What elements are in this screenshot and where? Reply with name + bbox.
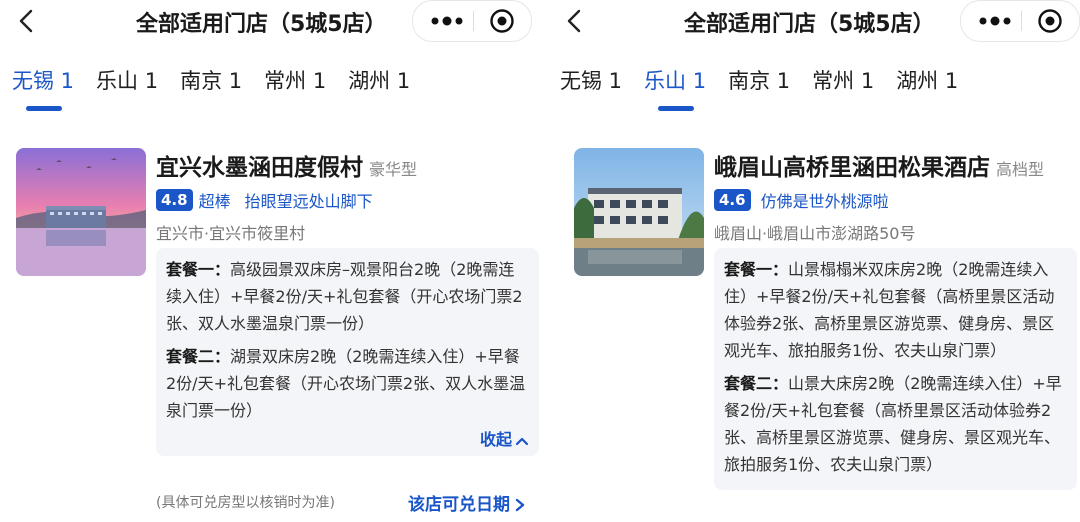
store-info: 宜兴水墨涵田度假村 豪华型 4.8 超棒 抬眼望远处山脚下 宜兴市·宜兴市筱里村 …	[156, 148, 539, 515]
package-box: 套餐一：山景榻榻米双床房2晚（2晚需连续入住）+早餐2份/天+礼包套餐（高桥里景…	[714, 248, 1077, 490]
panel-wuxi: 全部适用门店（5城5店） 无锡 1 乐山 1 南京 1 常州 1 湖州 1 宜兴…	[0, 0, 540, 522]
nav-header: 全部适用门店（5城5店）	[0, 0, 540, 44]
store-name-row: 宜兴水墨涵田度假村 豪华型	[156, 148, 526, 182]
capsule-divider	[1021, 11, 1022, 31]
tab-label: 乐山 1	[96, 69, 159, 93]
mini-program-capsule	[960, 0, 1080, 42]
available-dates-link[interactable]: 该店可兑日期	[408, 490, 526, 515]
package-item: 套餐一：高级园景双床房–观景阳台2晚（2晚需连续入住）+早餐2份/天+礼包套餐（…	[166, 256, 529, 337]
target-circle-icon[interactable]	[489, 8, 515, 34]
page-title: 全部适用门店（5城5店）	[684, 12, 935, 37]
dates-label: 该店可兑日期	[408, 495, 510, 515]
package-box: 套餐一：高级园景双床房–观景阳台2晚（2晚需连续入住）+早餐2份/天+礼包套餐（…	[156, 248, 539, 456]
nav-header: 全部适用门店（5城5店）	[548, 0, 1080, 44]
city-tabs: 无锡 1 乐山 1 南京 1 常州 1 湖州 1	[12, 66, 432, 111]
tab-label: 乐山 1	[644, 69, 707, 93]
tab-label: 无锡 1	[12, 69, 75, 93]
room-type-note: (具体可兑房型以核销时为准)	[156, 495, 335, 511]
tab-label: 常州 1	[812, 69, 875, 93]
capsule-divider	[473, 11, 474, 31]
package-label: 套餐一：	[724, 260, 789, 279]
store-photo[interactable]	[574, 148, 704, 276]
tab-wuxi[interactable]: 无锡 1	[560, 66, 622, 100]
tab-changzhou[interactable]: 常州 1	[812, 66, 874, 100]
chevron-up-icon	[515, 437, 529, 445]
score-badge: 4.6	[714, 189, 751, 211]
score-badge: 4.8	[156, 189, 193, 211]
tab-label: 南京 1	[728, 69, 791, 93]
store-name: 峨眉山高桥里涵田松果酒店	[714, 155, 990, 181]
package-item: 套餐二：湖景双床房2晚（2晚需连续入住）+早餐2份/天+礼包套餐（开心农场门票2…	[166, 343, 529, 424]
review-quote: 仿佛是世外桃源啦	[760, 192, 889, 211]
store-name-row: 峨眉山高桥里涵田松果酒店 高档型	[714, 148, 1080, 182]
store-info: 峨眉山高桥里涵田松果酒店 高档型 4.6 仿佛是世外桃源啦 峨眉山·峨眉山市澎湖路…	[714, 148, 1080, 490]
collapse-label: 收起	[479, 430, 512, 449]
more-dots-icon[interactable]	[427, 9, 467, 33]
tab-label: 湖州 1	[348, 69, 411, 93]
tab-wuxi[interactable]: 无锡 1	[12, 66, 75, 111]
tab-underline	[658, 106, 695, 111]
back-arrow-icon[interactable]	[12, 6, 42, 36]
store-grade: 高档型	[996, 160, 1045, 179]
city-tabs: 无锡 1 乐山 1 南京 1 常州 1 湖州 1	[560, 66, 980, 111]
tab-changzhou[interactable]: 常州 1	[264, 66, 326, 100]
package-label: 套餐二：	[724, 374, 789, 393]
tab-label: 湖州 1	[896, 69, 959, 93]
panel-leshan: 全部适用门店（5城5店） 无锡 1 乐山 1 南京 1 常州 1 湖州 1 峨眉…	[540, 0, 1080, 522]
tab-nanjing[interactable]: 南京 1	[180, 66, 242, 100]
package-item: 套餐一：山景榻榻米双床房2晚（2晚需连续入住）+早餐2份/天+礼包套餐（高桥里景…	[724, 256, 1067, 364]
review-quote: 抬眼望远处山脚下	[244, 192, 373, 211]
more-dots-icon[interactable]	[975, 9, 1015, 33]
package-label: 套餐一：	[166, 260, 231, 279]
tab-label: 常州 1	[264, 69, 327, 93]
package-item: 套餐二：山景大床房2晚（2晚需连续入住）+早餐2份/天+礼包套餐（高桥里景区活动…	[724, 370, 1067, 478]
store-address: 宜兴市·宜兴市筱里村	[156, 224, 306, 243]
tab-leshan[interactable]: 乐山 1	[644, 66, 707, 111]
tab-leshan[interactable]: 乐山 1	[96, 66, 158, 100]
store-grade: 豪华型	[369, 160, 418, 179]
collapse-button[interactable]: 收起	[166, 426, 529, 450]
tab-label: 南京 1	[180, 69, 243, 93]
tab-underline	[26, 106, 62, 111]
chevron-right-icon	[515, 498, 525, 512]
store-address: 峨眉山·峨眉山市澎湖路50号	[714, 224, 916, 243]
store-photo[interactable]	[16, 148, 146, 276]
tab-huzhou[interactable]: 湖州 1	[348, 66, 410, 100]
back-arrow-icon[interactable]	[560, 6, 590, 36]
store-name: 宜兴水墨涵田度假村	[156, 155, 363, 181]
tab-label: 无锡 1	[560, 69, 623, 93]
rating-row: 4.6 仿佛是世外桃源啦	[714, 188, 1080, 212]
mini-program-capsule	[412, 0, 532, 42]
target-circle-icon[interactable]	[1037, 8, 1063, 34]
tab-nanjing[interactable]: 南京 1	[728, 66, 790, 100]
rating-row: 4.8 超棒 抬眼望远处山脚下	[156, 188, 526, 212]
page-title: 全部适用门店（5城5店）	[136, 12, 387, 37]
tab-huzhou[interactable]: 湖州 1	[896, 66, 958, 100]
package-label: 套餐二：	[166, 347, 231, 366]
score-label: 超棒	[198, 192, 231, 211]
